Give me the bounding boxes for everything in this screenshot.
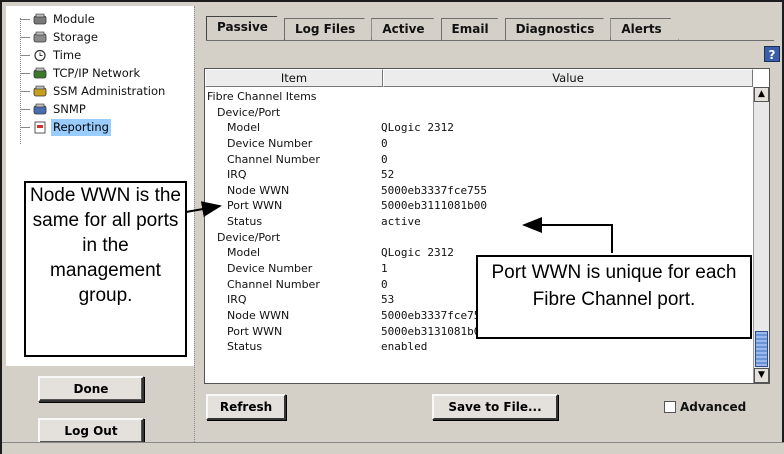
help-icon[interactable]: ? (764, 46, 780, 62)
table-row[interactable]: IRQ 52 (205, 167, 753, 183)
cell-item: Fibre Channel Items (207, 90, 317, 103)
tree-item-tcp-ip-network[interactable]: TCP/IP Network (20, 65, 142, 82)
tab-log-files[interactable]: Log Files (284, 18, 372, 40)
column-header-value[interactable]: Value (383, 69, 753, 87)
tab-diagnostics[interactable]: Diagnostics (505, 18, 612, 40)
refresh-button[interactable]: Refresh (206, 394, 286, 420)
tab-underline (206, 40, 774, 41)
scrollbar-thumb[interactable] (755, 331, 768, 367)
tree-branch-line (20, 127, 30, 128)
cell-item: IRQ (227, 293, 247, 307)
table-row[interactable]: Device Number 0 (205, 136, 753, 152)
column-header-item[interactable]: Item (205, 69, 383, 87)
storage-icon (33, 31, 48, 44)
cell-item: Model (227, 121, 261, 135)
table-row[interactable]: Status active (205, 214, 753, 230)
table-row[interactable]: Fibre Channel Items (205, 89, 753, 105)
tree-branch-line (20, 37, 30, 38)
cell-value: 0 (381, 136, 388, 150)
module-icon (33, 13, 48, 26)
table-row[interactable]: Device/Port (205, 105, 753, 121)
navigation-tree: Module Storage Time TCP/IP Network SSM Admin… (6, 6, 194, 166)
network-icon (33, 67, 48, 80)
save-to-file-button[interactable]: Save to File... (432, 394, 558, 420)
table-row[interactable]: Status enabled (205, 339, 753, 355)
table-row[interactable]: Port WWN 5000eb3111081b00 (205, 198, 753, 214)
cell-value: active (381, 215, 421, 229)
cell-value (381, 230, 753, 246)
cell-value: QLogic 2312 (381, 121, 454, 135)
tree-item-label: Time (53, 48, 82, 62)
tree-item-label: Reporting (51, 119, 111, 136)
right-content-pane: Passive Log Files Active Email Diagnostics Al… (198, 6, 782, 450)
table-row[interactable]: Node WWN 5000eb3337fce755 (205, 183, 753, 199)
tab-passive[interactable]: Passive (206, 16, 285, 40)
tree-item-storage[interactable]: Storage (20, 29, 100, 46)
tab-alerts[interactable]: Alerts (610, 18, 678, 40)
scroll-down-arrow-icon[interactable]: ▼ (754, 368, 769, 383)
node-wwn-callout: Node WWN is the same for all ports in th… (24, 181, 187, 357)
scroll-up-arrow-icon[interactable]: ▲ (754, 87, 769, 102)
reporting-icon (33, 121, 48, 134)
table-header: Item Value (205, 69, 769, 87)
tree-item-label: Storage (53, 30, 98, 44)
tab-active[interactable]: Active (371, 18, 441, 40)
cell-item: Device/Port (217, 105, 281, 119)
tree-item-module[interactable]: Module (20, 11, 97, 28)
cell-item: Node WWN (227, 183, 290, 197)
cell-value: 5000eb3111081b00 (381, 199, 487, 213)
cell-item: Channel Number (227, 277, 320, 291)
cell-value (381, 89, 753, 105)
cell-item: Status (227, 340, 263, 354)
cell-item: Device Number (227, 136, 313, 150)
cell-item: Port WWN (227, 324, 283, 338)
admin-icon (33, 85, 48, 98)
advanced-checkbox-box[interactable] (664, 401, 676, 413)
table-row[interactable]: Channel Number 0 (205, 152, 753, 168)
done-button[interactable]: Done (38, 376, 144, 402)
cell-item: Status (227, 215, 263, 229)
tree-branch-line (20, 91, 30, 92)
vertical-scrollbar[interactable]: ▲ ▼ (753, 87, 769, 383)
cell-value: 0 (381, 152, 388, 166)
tree-branch-line (20, 55, 30, 56)
tree-item-reporting[interactable]: Reporting (20, 119, 111, 136)
tree-item-ssm-administration[interactable]: SSM Administration (20, 83, 167, 100)
tree-branch-line (20, 73, 30, 74)
cell-value: 52 (381, 168, 395, 182)
tab-email[interactable]: Email (441, 18, 506, 40)
advanced-checkbox[interactable]: Advanced (664, 399, 746, 415)
tree-branch-line (20, 109, 30, 110)
tree-item-label: Module (53, 12, 95, 26)
clock-icon (33, 49, 48, 62)
cell-item: Node WWN (227, 308, 290, 322)
tab-bar: Passive Log Files Active Email Diagnostics Al… (206, 18, 678, 40)
cell-value: enabled (381, 340, 428, 354)
table-row[interactable]: Device/Port (205, 230, 753, 246)
app-window: Module Storage Time TCP/IP Network SSM Admin… (0, 0, 784, 454)
tree-item-label: TCP/IP Network (53, 66, 141, 80)
log-out-button[interactable]: Log Out (38, 418, 144, 444)
cell-item: Device Number (227, 262, 313, 276)
cell-item: Device/Port (217, 230, 281, 244)
tree-item-snmp[interactable]: SNMP (20, 101, 88, 118)
table-row[interactable]: Model QLogic 2312 (205, 120, 753, 136)
advanced-checkbox-label: Advanced (680, 400, 747, 414)
cell-item: Channel Number (227, 152, 320, 166)
cell-item: IRQ (227, 168, 247, 182)
status-bar (2, 442, 784, 454)
cell-value (381, 105, 753, 121)
tree-item-label: SNMP (53, 102, 86, 116)
port-wwn-callout: Port WWN is unique for each Fibre Channe… (476, 255, 752, 339)
tree-item-time[interactable]: Time (20, 47, 83, 64)
cell-value: 5000eb3337fce755 (381, 183, 487, 197)
snmp-icon (33, 103, 48, 116)
cell-item: Model (227, 246, 261, 260)
cell-item: Port WWN (227, 199, 283, 213)
tree-branch-line (20, 19, 30, 20)
tree-item-label: SSM Administration (53, 84, 166, 98)
